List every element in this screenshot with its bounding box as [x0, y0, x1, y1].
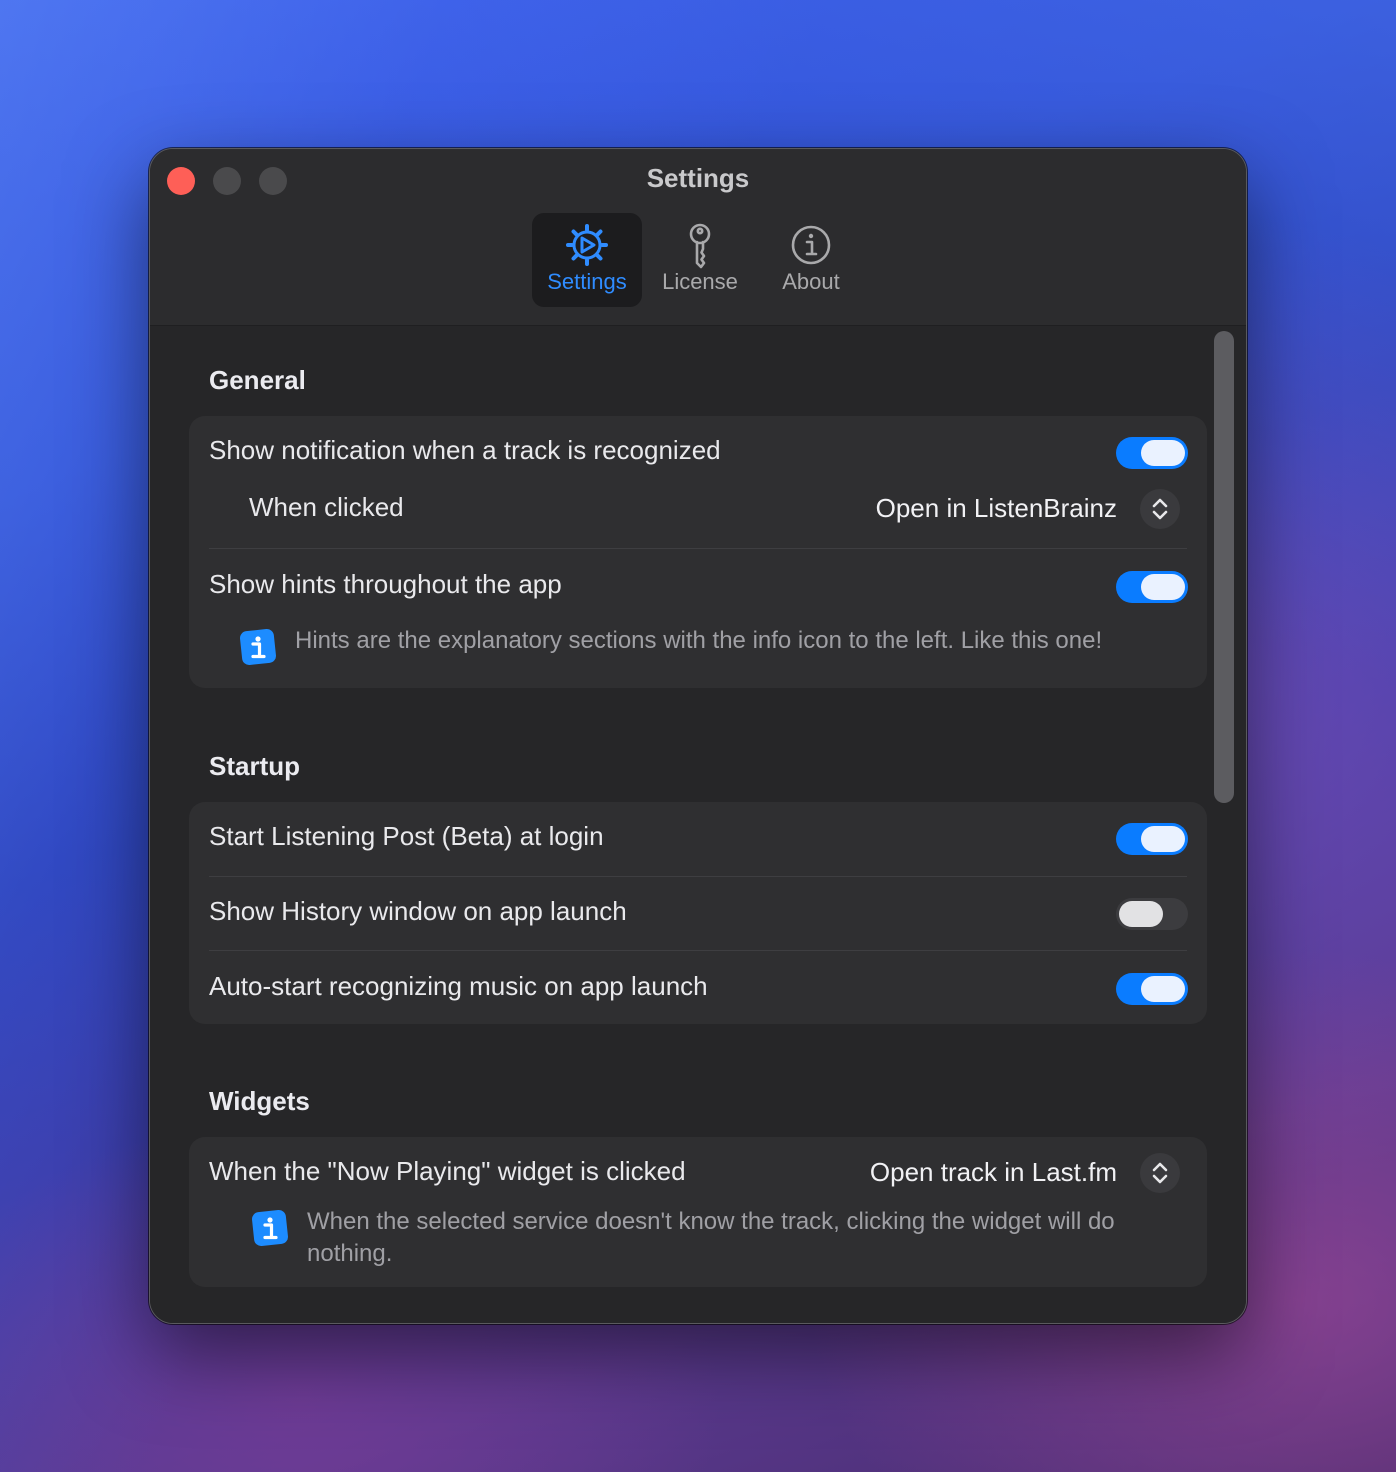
settings-window: Settings Settings License About General …: [149, 148, 1247, 1324]
tab-settings[interactable]: Settings: [532, 213, 642, 307]
tab-about[interactable]: About: [756, 213, 866, 307]
section-title-general: General: [209, 365, 306, 395]
show-hints-toggle[interactable]: [1116, 571, 1188, 603]
show-history-toggle[interactable]: [1116, 898, 1188, 930]
toolbar: Settings Settings License About: [150, 149, 1246, 326]
info-circle-icon: [791, 225, 831, 265]
divider: [209, 876, 1187, 877]
when-clicked-stepper[interactable]: [1140, 489, 1180, 529]
widgets-hint-text: When the selected service doesn't know t…: [307, 1208, 1115, 1267]
toggle-knob: [1119, 901, 1163, 927]
tab-about-label: About: [782, 269, 840, 294]
tab-license[interactable]: License: [645, 213, 755, 307]
scrollbar-thumb[interactable]: [1214, 331, 1234, 803]
show-notification-toggle[interactable]: [1116, 437, 1188, 469]
start-at-login-label: Start Listening Post (Beta) at login: [209, 821, 604, 851]
when-clicked-label: When clicked: [249, 492, 404, 522]
divider: [209, 548, 1187, 549]
tab-license-label: License: [662, 269, 738, 294]
toggle-knob: [1141, 976, 1185, 1002]
key-icon: [689, 223, 711, 269]
now-playing-click-popup[interactable]: Open track in Last.fm: [870, 1157, 1117, 1188]
gear-icon: [566, 224, 608, 266]
show-notification-label: Show notification when a track is recogn…: [209, 435, 721, 465]
window-title: Settings: [646, 163, 750, 193]
toggle-knob: [1141, 440, 1185, 466]
widgets-group: When the "Now Playing" widget is clicked…: [189, 1137, 1207, 1287]
section-title-startup: Startup: [209, 751, 300, 781]
auto-start-label: Auto-start recognizing music on app laun…: [209, 971, 708, 1001]
toggle-knob: [1141, 826, 1185, 852]
settings-content: General Show notification when a track i…: [150, 326, 1246, 1323]
now-playing-click-stepper[interactable]: [1140, 1153, 1180, 1193]
info-badge-icon: [240, 629, 276, 665]
divider: [209, 950, 1187, 951]
show-hints-label: Show hints throughout the app: [209, 569, 562, 599]
start-at-login-toggle[interactable]: [1116, 823, 1188, 855]
show-history-label: Show History window on app launch: [209, 896, 627, 926]
startup-group: Start Listening Post (Beta) at login Sho…: [189, 802, 1207, 1024]
tab-settings-label: Settings: [547, 269, 627, 294]
general-hint-text: Hints are the explanatory sections with …: [295, 627, 1103, 654]
chevron-up-down-icon: [1152, 1162, 1168, 1184]
when-clicked-popup[interactable]: Open in ListenBrainz: [876, 493, 1117, 524]
info-badge-icon: [252, 1210, 288, 1246]
chevron-up-down-icon: [1152, 498, 1168, 520]
auto-start-toggle[interactable]: [1116, 973, 1188, 1005]
now-playing-click-label: When the "Now Playing" widget is clicked: [209, 1156, 686, 1186]
toggle-knob: [1141, 574, 1185, 600]
general-group: Show notification when a track is recogn…: [189, 416, 1207, 688]
section-title-widgets: Widgets: [209, 1086, 310, 1116]
